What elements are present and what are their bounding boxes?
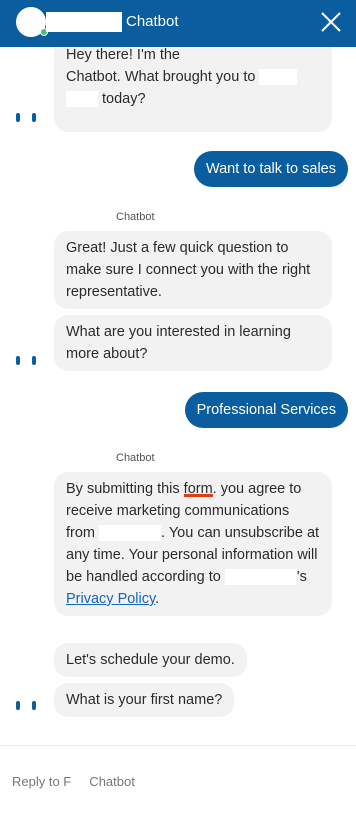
sender-label: Chatbot (116, 452, 155, 464)
redacted-text (259, 69, 298, 86)
message-composer (0, 745, 356, 823)
bot-message: What are you interested in learning more… (54, 315, 332, 371)
bot-avatar (12, 104, 40, 132)
chat-transcript[interactable]: Hey there! I'm the Chatbot. What brought… (0, 47, 356, 745)
redacted-text (224, 569, 297, 586)
message-line: Hey there! I'm the (66, 47, 180, 63)
highlighted-word: form. (183, 481, 217, 497)
bot-avatar (12, 347, 40, 375)
sender-label: Chatbot (116, 211, 155, 223)
privacy-policy-link[interactable]: Privacy Policy (66, 591, 155, 607)
bot-message: Hey there! I'm the Chatbot. What brought… (54, 47, 332, 132)
chat-title: Chatbot (126, 13, 179, 30)
user-message: Professional Services (184, 392, 348, 428)
bot-message: By submitting this form. you agree to re… (54, 472, 332, 616)
bot-message: What is your first name? (54, 683, 235, 717)
reply-input[interactable] (12, 768, 342, 794)
message-line: Chatbot. What brought you to (66, 66, 320, 88)
redacted-company-name (46, 12, 122, 32)
bot-message: Great! Just a few quick question to make… (54, 231, 332, 309)
redacted-text (99, 525, 162, 542)
close-icon[interactable] (318, 9, 344, 35)
redacted-text (66, 91, 98, 108)
bot-avatar (12, 692, 40, 720)
bot-message: Let's schedule your demo. (54, 643, 247, 677)
message-line: today? (66, 88, 320, 110)
chat-header: Chatbot (0, 0, 356, 47)
user-message: Want to talk to sales (193, 151, 348, 187)
